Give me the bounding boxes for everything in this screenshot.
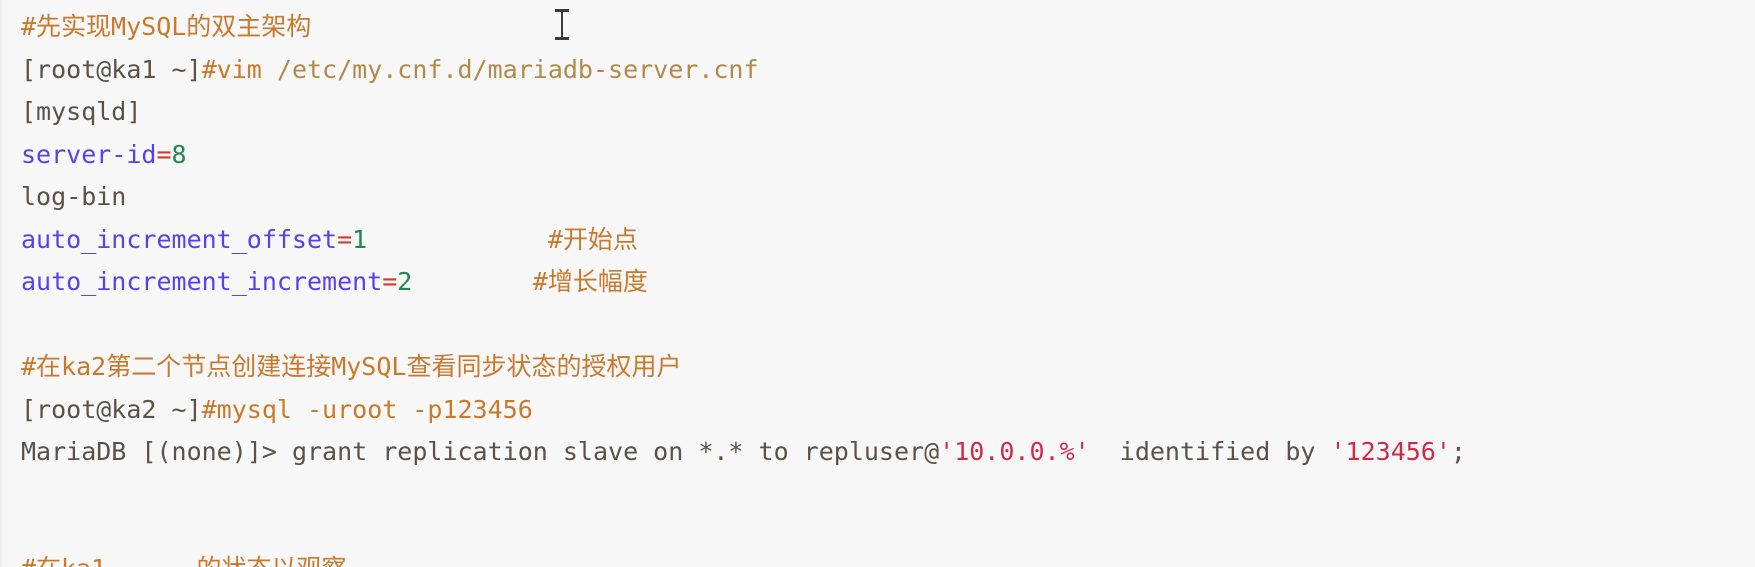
code-line[interactable] (21, 474, 1755, 517)
code-line[interactable]: server-id=8 (21, 134, 1755, 177)
code-line[interactable] (21, 304, 1755, 347)
code-token: identified by (1089, 437, 1331, 466)
code-token: [mysqld] (21, 97, 142, 126)
code-token: grant replication slave on *.* to replus… (291, 437, 940, 466)
code-line[interactable]: auto_increment_offset=1 #开始点 (21, 219, 1755, 262)
code-token: '123456' (1330, 437, 1451, 466)
code-token: > (261, 437, 292, 466)
code-line[interactable]: auto_increment_increment=2 #增长幅度 (21, 261, 1755, 304)
code-line[interactable]: #先实现MySQL的双主架构 (21, 6, 1755, 49)
code-line[interactable]: #在ka2第二个节点创建连接MySQL查看同步状态的授权用户 (21, 346, 1755, 389)
code-token: MariaDB [(none)] (21, 437, 262, 466)
code-token: 2 (397, 267, 413, 296)
code-token: -uroot (306, 394, 413, 424)
code-line[interactable]: [root@ka2 ~]#mysql -uroot -p123456 (21, 389, 1755, 432)
code-lines-container: #先实现MySQL的双主架构 [root@ka1 ~]#vim /etc/my.c… (21, 6, 1755, 516)
code-token: /etc/my.cnf.d/mariadb-server.cnf (276, 54, 759, 84)
code-token: = (337, 224, 353, 254)
code-token: auto_increment_offset (21, 224, 338, 254)
code-line[interactable]: [root@ka1 ~]#vim /etc/my.cnf.d/mariadb-s… (21, 49, 1755, 92)
code-token: = (156, 139, 172, 169)
code-token: log-bin (21, 182, 127, 211)
code-token: [root@ka2 ~] (21, 394, 202, 424)
clipped-bottom-comment-line: #在ka1 的状态以观察 (21, 548, 347, 567)
code-token: [root@ka1 ~] (21, 54, 202, 84)
code-token: #vim (201, 54, 277, 84)
code-line[interactable]: log-bin (21, 176, 1755, 219)
code-token: #先实现MySQL的双主架构 (21, 12, 312, 41)
code-token: #增长幅度 (532, 267, 648, 296)
code-token: #在ka2第二个节点创建连接MySQL查看同步状态的授权用户 (21, 352, 682, 381)
code-token: -p123456 (412, 394, 533, 424)
code-token: server-id (21, 139, 157, 169)
code-token: 8 (171, 139, 187, 169)
code-token: '10.0.0.%' (939, 437, 1090, 466)
code-token: #开始点 (547, 224, 638, 254)
code-token: = (382, 267, 398, 296)
code-token: auto_increment_increment (21, 267, 383, 296)
code-token: ; (1450, 437, 1466, 466)
code-token: #mysql (201, 394, 307, 424)
code-line[interactable]: MariaDB [(none)]> grant replication slav… (21, 431, 1755, 474)
code-line[interactable]: [mysqld] (21, 91, 1755, 134)
code-editor-canvas[interactable]: #先实现MySQL的双主架构 [root@ka1 ~]#vim /etc/my.c… (0, 0, 1755, 567)
code-token: 1 (352, 224, 368, 254)
